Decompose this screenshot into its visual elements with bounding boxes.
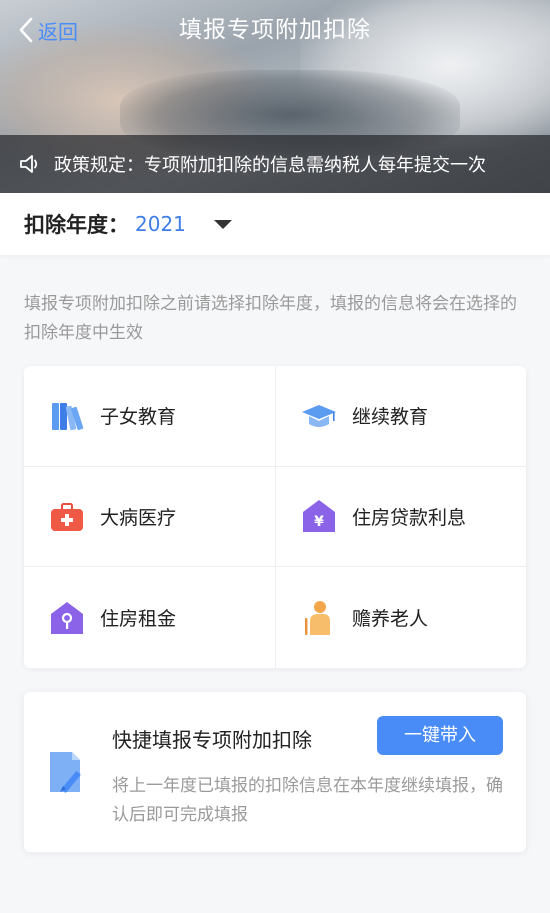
back-button[interactable]: 返回 xyxy=(18,12,78,48)
quick-fill-card: 快捷填报专项附加扣除 一键带入 将上一年度已填报的扣除信息在本年度继续填报，确认… xyxy=(24,692,526,852)
category-label: 继续教育 xyxy=(352,406,429,429)
policy-notice-bar: 政策规定：专项附加扣除的信息需纳税人每年提交一次 xyxy=(0,135,550,193)
category-label: 住房租金 xyxy=(100,608,177,631)
category-label: 大病医疗 xyxy=(100,506,177,529)
back-label: 返回 xyxy=(38,19,78,44)
edit-document-icon xyxy=(50,752,81,793)
graduation-cap-icon xyxy=(300,397,338,435)
page-title: 填报专项附加扣除 xyxy=(179,17,371,43)
svg-text:¥: ¥ xyxy=(314,514,324,530)
quick-fill-title: 快捷填报专项附加扣除 xyxy=(112,728,312,752)
house-key-icon xyxy=(48,599,86,637)
category-serious-illness[interactable]: 大病医疗 xyxy=(24,467,275,568)
category-label: 赡养老人 xyxy=(352,608,429,631)
elderly-icon xyxy=(300,599,338,637)
one-click-import-button[interactable]: 一键带入 xyxy=(377,716,503,755)
policy-notice-text: 政策规定：专项附加扣除的信息需纳税人每年提交一次 xyxy=(54,155,486,176)
deduction-category-grid: 子女教育 继续教育 大病医疗 ¥ 住房贷款利息 住房租金 赡养老人 xyxy=(24,366,526,668)
category-label: 住房贷款利息 xyxy=(352,506,467,529)
category-children-education[interactable]: 子女教育 xyxy=(24,366,275,467)
category-housing-rent[interactable]: 住房租金 xyxy=(24,567,275,668)
header-banner: 填报专项附加扣除 返回 政策规定：专项附加扣除的信息需纳税人每年提交一次 xyxy=(0,0,550,193)
category-continuing-education[interactable]: 继续教育 xyxy=(275,366,526,467)
caret-down-icon[interactable] xyxy=(213,219,232,229)
category-mortgage-interest[interactable]: ¥ 住房贷款利息 xyxy=(275,466,526,568)
chevron-left-icon xyxy=(19,17,33,43)
category-elderly-support[interactable]: 赡养老人 xyxy=(275,567,526,668)
house-yen-icon: ¥ xyxy=(300,497,338,535)
quick-fill-description: 将上一年度已填报的扣除信息在本年度继续填报，确认后即可完成填报 xyxy=(112,776,503,825)
year-hint-text: 填报专项附加扣除之前请选择扣除年度，填报的信息将会在选择的扣除年度中生效 xyxy=(24,294,517,343)
year-label: 扣除年度： xyxy=(24,213,129,237)
speaker-icon xyxy=(20,155,38,173)
year-selector[interactable]: 扣除年度： 2021 xyxy=(0,193,550,255)
books-icon xyxy=(48,397,86,435)
medical-kit-icon xyxy=(48,497,86,535)
category-label: 子女教育 xyxy=(100,406,177,429)
year-value[interactable]: 2021 xyxy=(135,212,186,236)
